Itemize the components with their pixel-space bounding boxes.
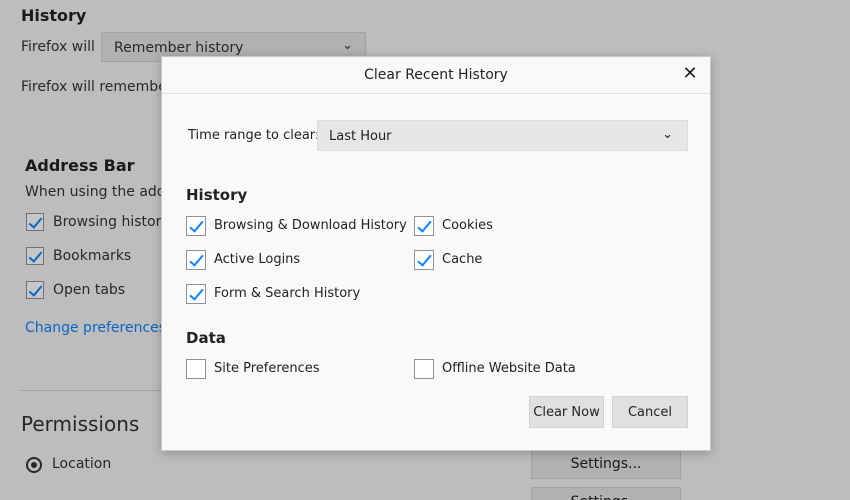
active-logins-label: Active Logins	[214, 252, 301, 267]
close-icon[interactable]: ✕	[680, 63, 700, 85]
dialog-title: Clear Recent History	[364, 67, 508, 83]
time-range-value: Last Hour	[329, 129, 392, 144]
cache-label: Cache	[442, 252, 483, 267]
cookies-label: Cookies	[442, 218, 493, 233]
chevron-down-icon: ⌄	[662, 127, 673, 142]
form-search-checkbox[interactable]	[186, 284, 206, 304]
cancel-button[interactable]: Cancel	[612, 396, 688, 428]
offline-website-data-label: Offline Website Data	[442, 361, 576, 376]
data-section-heading: Data	[186, 329, 226, 347]
site-preferences-checkbox[interactable]	[186, 359, 206, 379]
time-range-select[interactable]: Last Hour ⌄	[317, 120, 688, 151]
offline-website-data-checkbox[interactable]	[414, 359, 434, 379]
title-separator	[162, 93, 710, 94]
history-section-heading: History	[186, 186, 248, 204]
browsing-download-checkbox[interactable]	[186, 216, 206, 236]
time-range-label: Time range to clear:	[188, 128, 320, 143]
clear-recent-history-dialog: Clear Recent History ✕ Time range to cle…	[161, 56, 711, 451]
active-logins-checkbox[interactable]	[186, 250, 206, 270]
cache-checkbox[interactable]	[414, 250, 434, 270]
clear-now-button[interactable]: Clear Now	[529, 396, 604, 428]
cookies-checkbox[interactable]	[414, 216, 434, 236]
site-preferences-label: Site Preferences	[214, 361, 320, 376]
form-search-label: Form & Search History	[214, 286, 361, 301]
browsing-download-label: Browsing & Download History	[214, 218, 407, 233]
